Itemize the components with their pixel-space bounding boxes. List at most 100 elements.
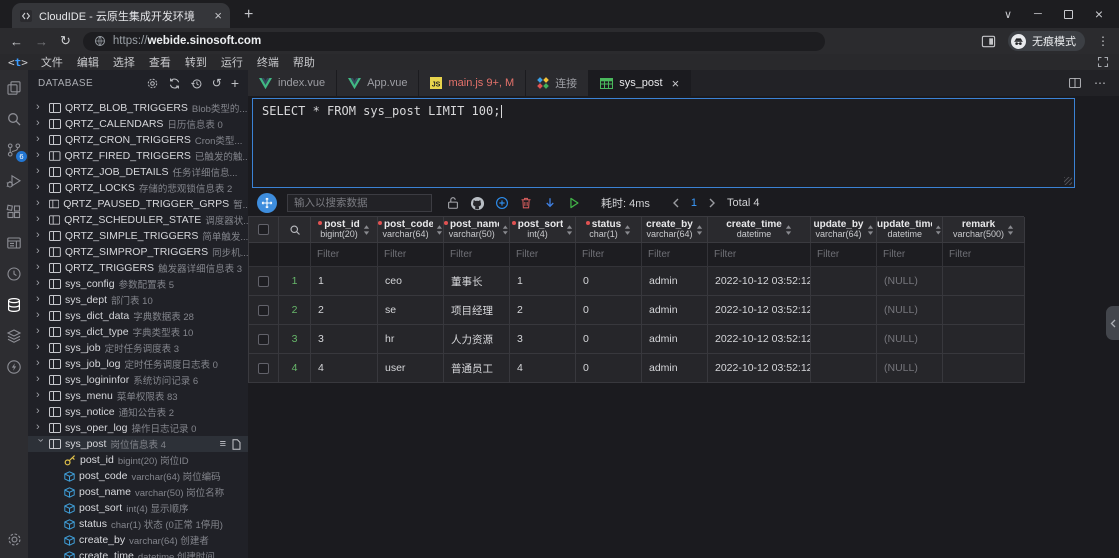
tree-table-QRTZ_LOCKS[interactable]: ›QRTZ_LOCKS存储的悲观锁信息表 2 bbox=[28, 180, 248, 196]
tree-table-QRTZ_TRIGGERS[interactable]: ›QRTZ_TRIGGERS触发器详细信息表 3 bbox=[28, 260, 248, 276]
tree-table-QRTZ_SIMPLE_TRIGGERS[interactable]: ›QRTZ_SIMPLE_TRIGGERS简单触发... bbox=[28, 228, 248, 244]
row-checkbox[interactable] bbox=[258, 363, 269, 374]
menu-item-6[interactable]: 终端 bbox=[250, 54, 286, 70]
search-input[interactable] bbox=[287, 194, 432, 212]
tree-table-QRTZ_PAUSED_TRIGGER_GRPS[interactable]: ›QRTZ_PAUSED_TRIGGER_GRPS暂... bbox=[28, 196, 248, 212]
menu-item-2[interactable]: 选择 bbox=[106, 54, 142, 70]
sort-icon[interactable] bbox=[502, 225, 509, 235]
tree-table-QRTZ_SIMPROP_TRIGGERS[interactable]: ›QRTZ_SIMPROP_TRIGGERS同步机... bbox=[28, 244, 248, 260]
sql-editor[interactable]: SELECT * FROM sys_post LIMIT 100; bbox=[252, 98, 1075, 188]
cell-create_time-row3[interactable]: 2022-10-12 03:52:12 bbox=[708, 325, 811, 354]
select-all-checkbox[interactable] bbox=[258, 224, 269, 235]
browser-menu-icon[interactable]: ⋮ bbox=[1097, 39, 1109, 43]
row-checkbox-cell[interactable] bbox=[249, 296, 279, 325]
tree-column-create_time[interactable]: create_timedatetime 创建时间 bbox=[28, 548, 248, 558]
sort-icon[interactable] bbox=[696, 225, 703, 235]
window-close-icon[interactable]: × bbox=[1095, 6, 1103, 22]
sort-icon[interactable] bbox=[867, 225, 874, 235]
tab-close-icon[interactable]: × bbox=[672, 76, 680, 91]
extensions-icon[interactable] bbox=[5, 203, 23, 221]
browser-tab[interactable]: CloudIDE - 云原生集成开发环境 × bbox=[12, 3, 230, 28]
cell-post_id-row2[interactable]: 2 bbox=[311, 296, 378, 325]
tree-table-sys_job_log[interactable]: ›sys_job_log定时任务调度日志表 0 bbox=[28, 356, 248, 372]
filter-input-remark[interactable]: Filter bbox=[943, 243, 1025, 267]
editor-tab-index.vue[interactable]: index.vue bbox=[248, 70, 337, 96]
cell-status-row3[interactable]: 0 bbox=[576, 325, 642, 354]
menu-item-3[interactable]: 查看 bbox=[142, 54, 178, 70]
cell-post_sort-row4[interactable]: 4 bbox=[510, 354, 576, 383]
cell-create_time-row2[interactable]: 2022-10-12 03:52:12 bbox=[708, 296, 811, 325]
tree-column-post_name[interactable]: post_namevarchar(50) 岗位名称 bbox=[28, 484, 248, 500]
sort-icon[interactable] bbox=[436, 225, 443, 235]
row-number-cell[interactable]: 1 bbox=[279, 267, 311, 296]
db-settings-icon[interactable] bbox=[146, 77, 159, 90]
window-minimize-icon[interactable]: ─ bbox=[1034, 8, 1042, 20]
tree-column-post_code[interactable]: post_codevarchar(64) 岗位编码 bbox=[28, 468, 248, 484]
column-header-post_code[interactable]: post_codevarchar(64) bbox=[378, 217, 444, 243]
filter-input-status[interactable]: Filter bbox=[576, 243, 642, 267]
row-checkbox-cell[interactable] bbox=[249, 267, 279, 296]
search-icon[interactable] bbox=[5, 110, 23, 128]
cell-post_id-row4[interactable]: 4 bbox=[311, 354, 378, 383]
sort-icon[interactable] bbox=[566, 225, 573, 235]
cell-update_time-row4[interactable]: (NULL) bbox=[877, 354, 943, 383]
filter-input-post_sort[interactable]: Filter bbox=[510, 243, 576, 267]
cell-create_by-row1[interactable]: admin bbox=[642, 267, 708, 296]
tree-table-sys_dept[interactable]: ›sys_dept部门表 10 bbox=[28, 292, 248, 308]
cell-post_code-row2[interactable]: se bbox=[378, 296, 444, 325]
tree-table-sys_job[interactable]: ›sys_job定时任务调度表 3 bbox=[28, 340, 248, 356]
row-number-cell[interactable]: 3 bbox=[279, 325, 311, 354]
cell-create_by-row3[interactable]: admin bbox=[642, 325, 708, 354]
column-header-update_time[interactable]: update_timedatetime bbox=[877, 217, 943, 243]
column-header-create_by[interactable]: create_byvarchar(64) bbox=[642, 217, 708, 243]
cell-update_by-row3[interactable] bbox=[811, 325, 877, 354]
filter-input-post_name[interactable]: Filter bbox=[444, 243, 510, 267]
tree-table-sys_menu[interactable]: ›sys_menu菜单权限表 83 bbox=[28, 388, 248, 404]
tree-table-QRTZ_JOB_DETAILS[interactable]: ›QRTZ_JOB_DETAILS任务详细信息... bbox=[28, 164, 248, 180]
settings-gear-icon[interactable] bbox=[5, 530, 23, 548]
cell-post_name-row2[interactable]: 项目经理 bbox=[444, 296, 510, 325]
run-debug-icon[interactable] bbox=[5, 172, 23, 190]
back-icon[interactable]: ← bbox=[10, 34, 23, 49]
menu-item-4[interactable]: 转到 bbox=[178, 54, 214, 70]
cell-post_sort-row3[interactable]: 3 bbox=[510, 325, 576, 354]
fullscreen-icon[interactable] bbox=[1097, 56, 1109, 68]
tree-table-sys_dict_data[interactable]: ›sys_dict_data字典数据表 28 bbox=[28, 308, 248, 324]
resize-handle[interactable] bbox=[1064, 177, 1072, 185]
address-bar[interactable]: https://webide.sinosoft.com bbox=[83, 32, 825, 51]
cell-post_name-row1[interactable]: 董事长 bbox=[444, 267, 510, 296]
lock-open-icon[interactable] bbox=[446, 196, 460, 210]
menu-item-0[interactable]: 文件 bbox=[34, 54, 70, 70]
cell-update_by-row4[interactable] bbox=[811, 354, 877, 383]
lightning-icon[interactable] bbox=[5, 358, 23, 376]
tree-table-sys_notice[interactable]: ›sys_notice通知公告表 2 bbox=[28, 404, 248, 420]
sort-icon[interactable] bbox=[363, 225, 370, 235]
tree-table-QRTZ_FIRED_TRIGGERS[interactable]: ›QRTZ_FIRED_TRIGGERS已触发的触... bbox=[28, 148, 248, 164]
export-down-icon[interactable] bbox=[543, 196, 557, 210]
cell-post_code-row1[interactable]: ceo bbox=[378, 267, 444, 296]
cell-update_time-row3[interactable]: (NULL) bbox=[877, 325, 943, 354]
tree-column-create_by[interactable]: create_byvarchar(64) 创建者 bbox=[28, 532, 248, 548]
editor-tab-main.js[interactable]: JSmain.js 9+, M bbox=[419, 70, 526, 96]
tree-table-sys_logininfor[interactable]: ›sys_logininfor系统访问记录 6 bbox=[28, 372, 248, 388]
menu-item-7[interactable]: 帮助 bbox=[286, 54, 322, 70]
tree-column-post_id[interactable]: post_idbigint(20) 岗位ID bbox=[28, 452, 248, 468]
cell-remark-row2[interactable] bbox=[943, 296, 1025, 325]
task-clock-icon[interactable] bbox=[5, 265, 23, 283]
filter-input-create_time[interactable]: Filter bbox=[708, 243, 811, 267]
cell-post_code-row4[interactable]: user bbox=[378, 354, 444, 383]
cell-update_time-row1[interactable]: (NULL) bbox=[877, 267, 943, 296]
header-checkbox-cell[interactable] bbox=[249, 217, 279, 243]
db-add-icon[interactable]: + bbox=[231, 75, 239, 91]
menu-item-5[interactable]: 运行 bbox=[214, 54, 250, 70]
cell-update_time-row2[interactable]: (NULL) bbox=[877, 296, 943, 325]
tree-table-sys_post[interactable]: ›sys_post岗位信息表 4≡ bbox=[28, 436, 248, 452]
tree-table-QRTZ_CALENDARS[interactable]: ›QRTZ_CALENDARS日历信息表 0 bbox=[28, 116, 248, 132]
sort-icon[interactable] bbox=[785, 225, 792, 235]
column-header-remark[interactable]: remarkvarchar(500) bbox=[943, 217, 1025, 243]
filter-input-update_time[interactable]: Filter bbox=[877, 243, 943, 267]
cell-create_time-row4[interactable]: 2022-10-12 03:52:12 bbox=[708, 354, 811, 383]
cell-remark-row1[interactable] bbox=[943, 267, 1025, 296]
split-editor-icon[interactable] bbox=[1068, 76, 1082, 90]
column-header-create_time[interactable]: create_timedatetime bbox=[708, 217, 811, 243]
